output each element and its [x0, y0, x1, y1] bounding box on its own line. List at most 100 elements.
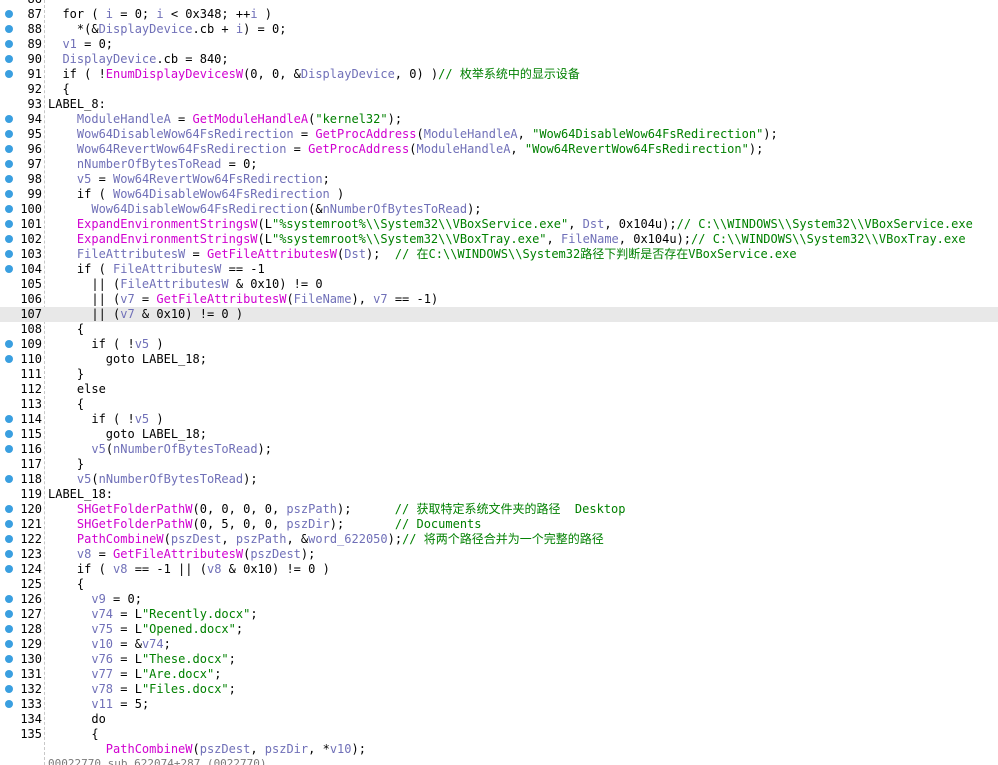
variable[interactable]: pszDest	[250, 547, 301, 561]
code-line[interactable]: 130 v76 = L"These.docx";	[0, 652, 998, 667]
function-name[interactable]: PathCombineW	[77, 532, 164, 546]
breakpoint-dot-icon[interactable]	[5, 235, 13, 243]
breakpoint-dot-icon[interactable]	[5, 625, 13, 633]
variable[interactable]: v74	[91, 607, 113, 621]
breakpoint-dot-icon[interactable]	[5, 655, 13, 663]
breakpoint-dot-icon[interactable]	[5, 535, 13, 543]
variable[interactable]: FileName	[294, 292, 352, 306]
breakpoint-dot-icon[interactable]	[5, 10, 13, 18]
variable[interactable]: v76	[91, 652, 113, 666]
breakpoint-dot-icon[interactable]	[5, 445, 13, 453]
code-line[interactable]: 106 || (v7 = GetFileAttributesW(FileName…	[0, 292, 998, 307]
variable[interactable]: v10	[330, 742, 352, 756]
code-line[interactable]: 98 v5 = Wow64RevertWow64FsRedirection;	[0, 172, 998, 187]
code-line[interactable]: 108 {	[0, 322, 998, 337]
breakpoint-dot-icon[interactable]	[5, 430, 13, 438]
code-line[interactable]: 124 if ( v8 == -1 || (v8 & 0x10) != 0 )	[0, 562, 998, 577]
global-name[interactable]: Wow64RevertWow64FsRedirection	[113, 172, 323, 186]
variable[interactable]: v75	[91, 622, 113, 636]
breakpoint-dot-icon[interactable]	[5, 250, 13, 258]
breakpoint-dot-icon[interactable]	[5, 355, 13, 363]
function-name[interactable]: GetProcAddress	[308, 142, 409, 156]
code-line[interactable]: 96 Wow64RevertWow64FsRedirection = GetPr…	[0, 142, 998, 157]
code-line[interactable]: 94 ModuleHandleA = GetModuleHandleA("ker…	[0, 112, 998, 127]
breakpoint-dot-icon[interactable]	[5, 160, 13, 168]
code-line[interactable]: 131 v77 = L"Are.docx";	[0, 667, 998, 682]
global-name[interactable]: ModuleHandleA	[417, 142, 511, 156]
function-name[interactable]: PathCombineW	[106, 742, 193, 756]
breakpoint-dot-icon[interactable]	[5, 25, 13, 33]
function-name[interactable]: GetFileAttributesW	[113, 547, 243, 561]
variable[interactable]: nNumberOfBytesToRead	[113, 442, 258, 456]
breakpoint-dot-icon[interactable]	[5, 700, 13, 708]
global-name[interactable]: ModuleHandleA	[77, 112, 171, 126]
variable[interactable]: v74	[142, 637, 164, 651]
code-line[interactable]: 111 }	[0, 367, 998, 382]
breakpoint-dot-icon[interactable]	[5, 190, 13, 198]
variable[interactable]: v5	[91, 442, 105, 456]
code-line[interactable]: 92 {	[0, 82, 998, 97]
code-line[interactable]: 101 ExpandEnvironmentStringsW(L"%systemr…	[0, 217, 998, 232]
function-name[interactable]: GetFileAttributesW	[207, 247, 337, 261]
breakpoint-dot-icon[interactable]	[5, 220, 13, 228]
breakpoint-dot-icon[interactable]	[5, 340, 13, 348]
function-name[interactable]: GetProcAddress	[315, 127, 416, 141]
variable[interactable]: v5	[77, 472, 91, 486]
breakpoint-dot-icon[interactable]	[5, 505, 13, 513]
code-line[interactable]: 116 v5(nNumberOfBytesToRead);	[0, 442, 998, 457]
code-line[interactable]: 123 v8 = GetFileAttributesW(pszDest);	[0, 547, 998, 562]
variable[interactable]: Dst	[344, 247, 366, 261]
breakpoint-dot-icon[interactable]	[5, 115, 13, 123]
breakpoint-dot-icon[interactable]	[5, 130, 13, 138]
breakpoint-dot-icon[interactable]	[5, 70, 13, 78]
variable[interactable]: v5	[135, 412, 149, 426]
code-line[interactable]: 113 {	[0, 397, 998, 412]
code-line[interactable]: 105 || (FileAttributesW & 0x10) != 0	[0, 277, 998, 292]
breakpoint-dot-icon[interactable]	[5, 415, 13, 423]
variable[interactable]: i	[236, 22, 243, 36]
breakpoint-dot-icon[interactable]	[5, 475, 13, 483]
variable[interactable]: pszDir	[286, 517, 329, 531]
variable[interactable]: i	[106, 7, 113, 21]
breakpoint-dot-icon[interactable]	[5, 265, 13, 273]
code-line[interactable]: 127 v74 = L"Recently.docx";	[0, 607, 998, 622]
code-line[interactable]: 126 v9 = 0;	[0, 592, 998, 607]
global-name[interactable]: ModuleHandleA	[424, 127, 518, 141]
code-line[interactable]: 133 v11 = 5;	[0, 697, 998, 712]
code-line[interactable]: 110 goto LABEL_18;	[0, 352, 998, 367]
code-line[interactable]: 103 FileAttributesW = GetFileAttributesW…	[0, 247, 998, 262]
variable[interactable]: pszPath	[236, 532, 287, 546]
variable[interactable]: pszDest	[200, 742, 251, 756]
variable[interactable]: v8	[77, 547, 91, 561]
code-line[interactable]: 121 SHGetFolderPathW(0, 5, 0, 0, pszDir)…	[0, 517, 998, 532]
code-line[interactable]: 115 goto LABEL_18;	[0, 427, 998, 442]
breakpoint-dot-icon[interactable]	[5, 145, 13, 153]
global-name[interactable]: Wow64DisableWow64FsRedirection	[77, 127, 294, 141]
variable[interactable]: nNumberOfBytesToRead	[77, 157, 222, 171]
variable[interactable]: v11	[91, 697, 113, 711]
global-name[interactable]: DisplayDevice	[99, 22, 193, 36]
global-name[interactable]: DisplayDevice	[301, 67, 395, 81]
code-line[interactable]: 91 if ( !EnumDisplayDevicesW(0, 0, &Disp…	[0, 67, 998, 82]
variable[interactable]: pszDir	[265, 742, 308, 756]
code-line[interactable]: 109 if ( !v5 )	[0, 337, 998, 352]
code-line[interactable]: 120 SHGetFolderPathW(0, 0, 0, 0, pszPath…	[0, 502, 998, 517]
breakpoint-dot-icon[interactable]	[5, 550, 13, 558]
code-line[interactable]: 90 DisplayDevice.cb = 840;	[0, 52, 998, 67]
code-line[interactable]: 129 v10 = &v74;	[0, 637, 998, 652]
variable[interactable]: v10	[91, 637, 113, 651]
variable[interactable]: i	[156, 7, 163, 21]
variable[interactable]: nNumberOfBytesToRead	[323, 202, 468, 216]
variable[interactable]: i	[250, 7, 257, 21]
code-line[interactable]: 104 if ( FileAttributesW == -1	[0, 262, 998, 277]
global-name[interactable]: DisplayDevice	[62, 52, 156, 66]
function-name[interactable]: SHGetFolderPathW	[77, 502, 193, 516]
variable[interactable]: v5	[77, 172, 91, 186]
breakpoint-dot-icon[interactable]	[5, 640, 13, 648]
code-line[interactable]: 97 nNumberOfBytesToRead = 0;	[0, 157, 998, 172]
code-line[interactable]: 99 if ( Wow64DisableWow64FsRedirection )	[0, 187, 998, 202]
function-name[interactable]: ExpandEnvironmentStringsW	[77, 232, 258, 246]
code-line[interactable]: 93 LABEL_8:	[0, 97, 998, 112]
code-line[interactable]: 125 {	[0, 577, 998, 592]
function-name[interactable]: ExpandEnvironmentStringsW	[77, 217, 258, 231]
